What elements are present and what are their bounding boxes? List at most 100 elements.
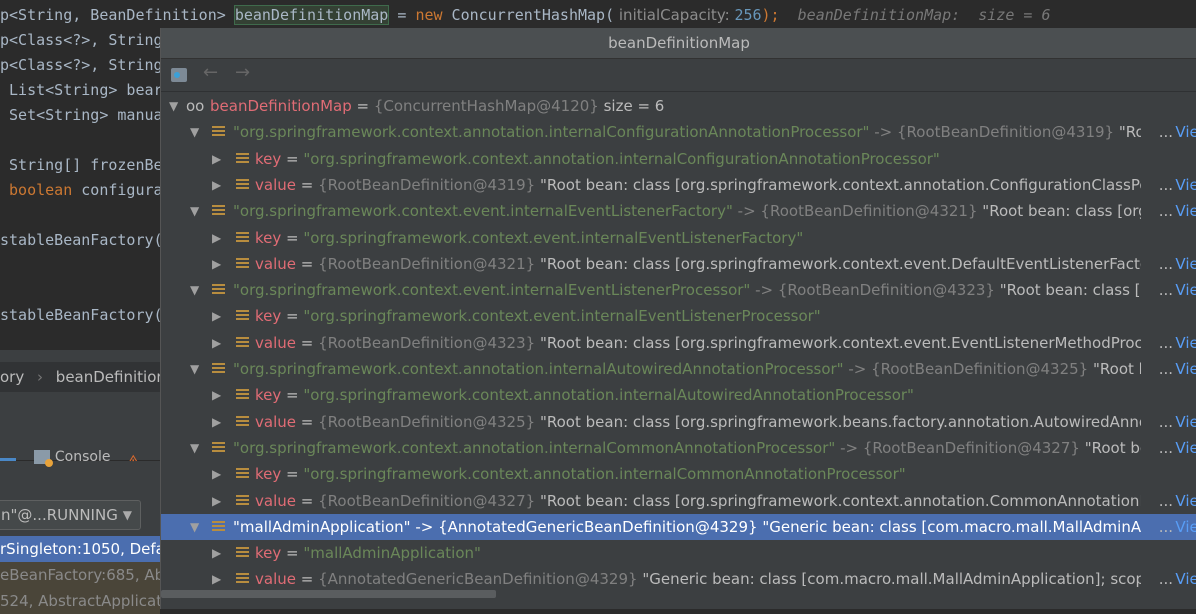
field-icon	[236, 257, 249, 270]
entry-key-row[interactable]: ▶ key = "org.springframework.context.ann…	[161, 461, 1196, 487]
ellipsis: ...	[1158, 281, 1173, 300]
expand-arrow-icon[interactable]: ▶	[212, 461, 221, 487]
entry-value-row[interactable]: ▶ value = {RootBeanDefinition@4319} "Roo…	[161, 172, 1196, 198]
expand-arrow-icon[interactable]: ▶	[212, 382, 221, 408]
stack-frame-selected[interactable]: rSingleton:1050, Defau	[0, 536, 160, 562]
expand-arrow-icon[interactable]: ▼	[169, 93, 178, 119]
map-entry-row[interactable]: ▼ "org.springframework.context.event.int…	[161, 277, 1196, 303]
expand-arrow-icon[interactable]: ▶	[212, 172, 221, 198]
entry-key-row[interactable]: ▶ key = "org.springframework.context.ann…	[161, 382, 1196, 408]
threads-icon[interactable]: ⟑	[129, 449, 138, 465]
map-entry-row[interactable]: ▼ "org.springframework.context.annotatio…	[161, 356, 1196, 382]
entry-key: "mallAdminApplication"	[233, 517, 411, 536]
expand-arrow-icon[interactable]: ▼	[190, 435, 199, 461]
expand-arrow-icon[interactable]: ▶	[212, 146, 221, 172]
view-link[interactable]: View	[1175, 435, 1196, 461]
expand-arrow-icon[interactable]: ▼	[190, 356, 199, 382]
view-link[interactable]: View	[1175, 330, 1196, 356]
breadcrumb-item[interactable]: beanDefinition	[56, 368, 160, 386]
entry-description: "Root bean: cla	[1093, 360, 1141, 378]
keyword: new	[415, 6, 443, 24]
forward-arrow-icon[interactable]: →	[235, 62, 250, 83]
key-value: "org.springframework.context.event.inter…	[303, 228, 804, 247]
object-reference: {RootBeanDefinition@4325}	[871, 360, 1089, 378]
entry-key-row[interactable]: ▶ key = "org.springframework.context.ann…	[161, 146, 1196, 172]
expand-arrow-icon[interactable]: ▶	[212, 303, 221, 329]
arrow-separator: ->	[732, 202, 761, 221]
entry-value-row[interactable]: ▶ value = {RootBeanDefinition@4325} "Roo…	[161, 409, 1196, 435]
entry-key: "org.springframework.context.event.inter…	[233, 202, 733, 221]
tree-root[interactable]: ▼ oo beanDefinitionMap = {ConcurrentHash…	[161, 93, 1196, 119]
expand-arrow-icon[interactable]: ▶	[212, 540, 221, 566]
view-link[interactable]: View	[1175, 514, 1196, 540]
object-reference: {RootBeanDefinition@4321}	[318, 254, 536, 273]
expand-arrow-icon[interactable]: ▶	[212, 330, 221, 356]
horizontal-scrollbar[interactable]	[161, 588, 1196, 600]
entry-description: "Root bean: class [org.springframework	[982, 202, 1141, 221]
tab-debugger[interactable]	[0, 430, 16, 461]
map-entry-row[interactable]: ▼ "mallAdminApplication" -> {AnnotatedGe…	[161, 513, 1196, 540]
view-link[interactable]: View	[1175, 119, 1196, 145]
separator: =	[281, 465, 304, 484]
ellipsis: ...	[1158, 517, 1173, 536]
view-link[interactable]: View	[1175, 356, 1196, 382]
field-name: key	[255, 149, 282, 168]
ellipsis: ...	[1158, 202, 1173, 221]
field-icon	[236, 468, 249, 481]
field-icon	[212, 205, 225, 218]
expand-arrow-icon[interactable]: ▼	[190, 198, 199, 224]
console-icon	[34, 450, 54, 467]
entry-value-row[interactable]: ▶ value = {RootBeanDefinition@4327} "Roo…	[161, 488, 1196, 514]
tab-console[interactable]: Console	[55, 449, 111, 465]
stack-frame[interactable]: 524, AbstractApplicationContext	[0, 588, 160, 614]
ellipsis: ...	[1158, 333, 1173, 352]
code-text: configura	[72, 181, 163, 199]
scrollbar-thumb[interactable]	[161, 590, 496, 598]
field-name: key	[255, 386, 282, 405]
entry-value-row[interactable]: ▶ value = {RootBeanDefinition@4323} "Roo…	[161, 330, 1196, 356]
code-line: boolean configura	[0, 178, 163, 202]
thread-selector[interactable]: n"@...RUNNING ▼	[0, 500, 141, 530]
expand-arrow-icon[interactable]: ▶	[212, 488, 221, 514]
expand-arrow-icon[interactable]: ▶	[212, 225, 221, 251]
number-literal: 256	[734, 6, 762, 24]
field-icon	[236, 573, 249, 586]
entry-key-row[interactable]: ▶ key = "org.springframework.context.eve…	[161, 225, 1196, 251]
expand-arrow-icon[interactable]: ▼	[190, 277, 199, 303]
object-reference: {RootBeanDefinition@4327}	[862, 438, 1080, 457]
map-entry-row[interactable]: ▼ "org.springframework.context.annotatio…	[161, 435, 1196, 461]
expand-arrow-icon[interactable]: ▼	[190, 514, 199, 540]
parameter-hint: initialCapacity:	[614, 6, 735, 24]
breadcrumb-item[interactable]: ory	[0, 368, 24, 386]
map-entry-row[interactable]: ▼ "org.springframework.context.event.int…	[161, 198, 1196, 224]
entry-key-row[interactable]: ▶ key = "mallAdminApplication"	[161, 540, 1196, 566]
debug-tabs: Console ⟑	[0, 430, 160, 467]
back-arrow-icon[interactable]: ←	[203, 62, 218, 83]
highlighted-variable[interactable]: beanDefinitionMap	[233, 5, 390, 25]
map-entry-row[interactable]: ▼ "org.springframework.context.annotatio…	[161, 119, 1196, 145]
chevron-down-icon: ▼	[122, 508, 132, 522]
view-link[interactable]: View	[1175, 409, 1196, 435]
expand-arrow-icon[interactable]: ▶	[212, 251, 221, 277]
expand-arrow-icon[interactable]: ▶	[212, 409, 221, 435]
field-icon	[212, 363, 225, 375]
view-link[interactable]: View	[1175, 198, 1196, 224]
stack-frame[interactable]: eBeanFactory:685, Abs	[0, 562, 160, 588]
popup-title[interactable]: beanDefinitionMap	[161, 28, 1196, 59]
view-link[interactable]: View	[1175, 488, 1196, 514]
view-link[interactable]: View	[1175, 251, 1196, 277]
inspect-icon[interactable]	[171, 68, 187, 82]
object-reference: {RootBeanDefinition@4323}	[777, 281, 995, 300]
expand-arrow-icon[interactable]: ▼	[190, 119, 199, 145]
separator: =	[295, 254, 319, 273]
code-line: String[] frozenBe	[0, 156, 163, 174]
code-text: p<String, BeanDefinition>	[0, 6, 235, 24]
entry-value-row[interactable]: ▶ value = {RootBeanDefinition@4321} "Roo…	[161, 251, 1196, 277]
entry-key: "org.springframework.context.annotation.…	[233, 123, 870, 142]
entry-key-row[interactable]: ▶ key = "org.springframework.context.eve…	[161, 303, 1196, 329]
view-link[interactable]: View	[1175, 277, 1196, 303]
separator: =	[295, 412, 319, 431]
code-line: p<Class<?>, String	[0, 56, 163, 74]
entry-description: "Root bean:	[1118, 123, 1141, 142]
view-link[interactable]: View	[1175, 172, 1196, 198]
